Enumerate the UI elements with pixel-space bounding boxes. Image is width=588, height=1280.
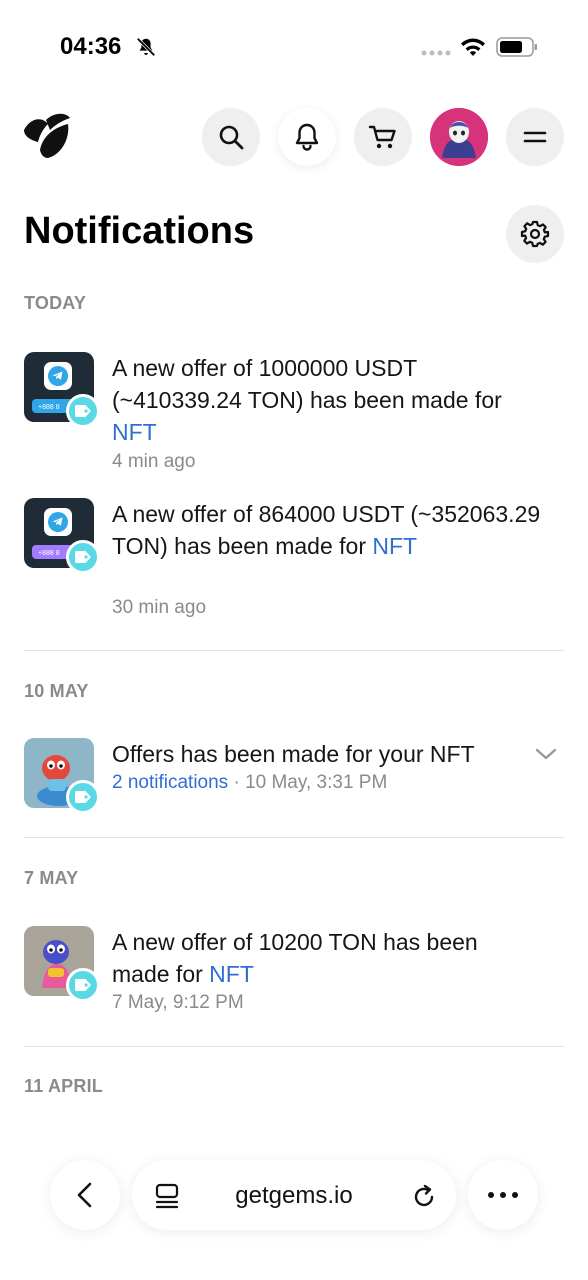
- notification-text: A new offer of 864000 USDT (~352063.29 T…: [112, 498, 552, 562]
- notification-message: A new offer of 1000000 USDT (~410339.24 …: [112, 355, 502, 413]
- bell-slash-icon: [136, 37, 156, 57]
- offer-badge: [66, 394, 100, 428]
- notification-text: Offers has been made for your NFT: [112, 741, 475, 767]
- menu-icon: [523, 131, 547, 143]
- notification-text: A new offer of 1000000 USDT (~410339.24 …: [112, 352, 552, 448]
- thumb-strip-text: +888 8: [38, 404, 60, 411]
- nft-link[interactable]: NFT: [112, 419, 157, 445]
- notifications-button[interactable]: [278, 108, 336, 166]
- search-button[interactable]: [202, 108, 260, 166]
- offer-badge: [66, 780, 100, 814]
- divider: [24, 1046, 564, 1047]
- price-tag-icon: [75, 405, 91, 417]
- settings-button[interactable]: [506, 205, 564, 263]
- more-button[interactable]: [468, 1160, 538, 1230]
- avatar[interactable]: [430, 108, 488, 166]
- menu-button[interactable]: [506, 108, 564, 166]
- offer-badge: [66, 968, 100, 1002]
- offer-badge: [66, 540, 100, 574]
- search-icon: [219, 125, 244, 150]
- divider: [24, 650, 564, 651]
- nft-link[interactable]: NFT: [372, 533, 417, 559]
- gear-icon: [520, 220, 550, 248]
- battery-icon: [496, 37, 537, 57]
- section-label-7-may: 7 MAY: [24, 868, 79, 888]
- wifi-icon: [461, 38, 485, 56]
- notification-group[interactable]: Offers has been made for your NFT 2 noti…: [24, 738, 564, 818]
- divider: [24, 837, 564, 838]
- notification-subline: 2 notifications · 10 May, 3:31 PM: [112, 772, 387, 794]
- bell-icon: [295, 123, 319, 151]
- section-label-today: TODAY: [24, 293, 87, 313]
- signal-dots-icon: [421, 50, 451, 56]
- header: [0, 100, 588, 180]
- notification-time: 4 min ago: [112, 451, 196, 472]
- url-text[interactable]: getgems.io: [132, 1182, 456, 1210]
- price-tag-icon: [75, 551, 91, 563]
- notification-message: A new offer of 864000 USDT (~352063.29 T…: [112, 501, 541, 559]
- nft-link[interactable]: NFT: [209, 961, 254, 987]
- reload-icon[interactable]: [410, 1182, 438, 1210]
- cart-button[interactable]: [354, 108, 412, 166]
- notification-time: 30 min ago: [112, 597, 207, 618]
- notification-time: 7 May, 9:12 PM: [112, 992, 244, 1013]
- address-bar[interactable]: getgems.io: [132, 1160, 456, 1230]
- price-tag-icon: [75, 979, 91, 991]
- avatar-image: [430, 108, 488, 166]
- notification-item[interactable]: +888 8 A new offer of 864000 USDT (~3520…: [24, 498, 564, 618]
- notification-item[interactable]: A new offer of 10200 TON has been made f…: [24, 926, 564, 1021]
- browser-toolbar: getgems.io: [0, 1150, 588, 1250]
- thumb-strip-text: +888 8: [38, 550, 60, 557]
- back-button[interactable]: [50, 1160, 120, 1230]
- notification-message: A new offer of 10200 TON has been made f…: [112, 929, 478, 987]
- more-icon: [488, 1192, 518, 1198]
- price-tag-icon: [75, 791, 91, 803]
- back-arrow-icon: [77, 1182, 92, 1208]
- notifications-count-link[interactable]: 2 notifications: [112, 772, 228, 793]
- cart-icon: [368, 125, 396, 149]
- status-bar: 04:36: [0, 0, 588, 90]
- notification-date: · 10 May, 3:31 PM: [228, 772, 388, 793]
- status-time: 04:36: [60, 33, 122, 60]
- page-title: Notifications: [24, 210, 255, 252]
- section-label-11-april: 11 APRIL: [24, 1076, 103, 1096]
- section-label-10-may: 10 MAY: [24, 681, 89, 701]
- notification-item[interactable]: +888 8 A new offer of 1000000 USDT (~410…: [24, 352, 564, 472]
- chevron-down-icon[interactable]: [534, 746, 558, 762]
- getgems-logo[interactable]: [20, 110, 74, 164]
- notification-text: A new offer of 10200 TON has been made f…: [112, 926, 522, 990]
